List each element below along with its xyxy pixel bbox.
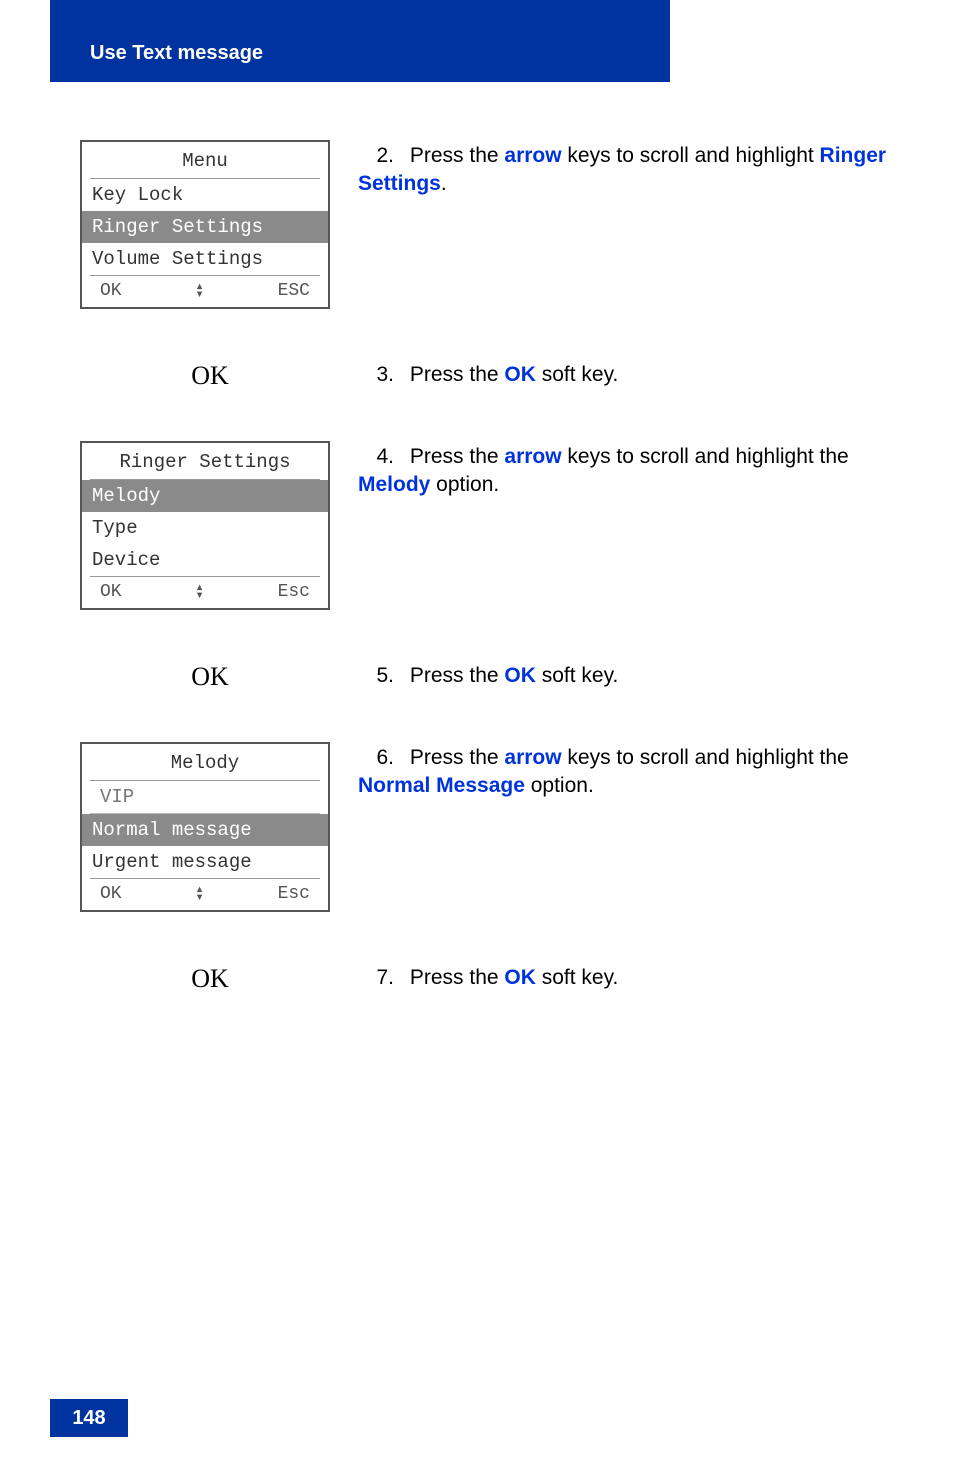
screen-ringer-items: Melody Type Device bbox=[82, 480, 328, 576]
screen-ringer-title: Ringer Settings bbox=[90, 443, 320, 480]
menu-item-volume-settings: Volume Settings bbox=[82, 243, 328, 275]
softkey-esc: Esc bbox=[278, 582, 310, 602]
screen-melody-items: Normal message Urgent message bbox=[82, 814, 328, 878]
step-7-num: 7. bbox=[358, 964, 394, 992]
ok-label-3: OK bbox=[80, 359, 340, 391]
step-4-body: Press the arrow keys to scroll and highl… bbox=[358, 445, 849, 496]
melody-item-urgent: Urgent message bbox=[82, 846, 328, 878]
step-5-row: OK 5. Press the OK soft key. bbox=[80, 660, 910, 692]
step-6-row: Melody VIP Normal message Urgent message… bbox=[80, 742, 910, 912]
step-2-row: Menu Key Lock Ringer Settings Volume Set… bbox=[80, 140, 910, 309]
ringer-item-type: Type bbox=[82, 512, 328, 544]
screen-ringer: Ringer Settings Melody Type Device OK Es… bbox=[80, 441, 330, 610]
hl-normal-message: Normal Message bbox=[358, 774, 525, 797]
updown-arrow-icon bbox=[195, 886, 203, 903]
menu-item-ringer-settings: Ringer Settings bbox=[82, 211, 328, 243]
ringer-item-melody: Melody bbox=[82, 480, 328, 512]
step-6-text: 6. Press the arrow keys to scroll and hi… bbox=[340, 742, 910, 801]
step-5-body: Press the OK soft key. bbox=[410, 664, 619, 687]
step-2-num: 2. bbox=[358, 142, 394, 170]
ringer-item-device: Device bbox=[82, 544, 328, 576]
page-header-title: Use Text message bbox=[90, 42, 263, 64]
ok-label-5: OK bbox=[80, 660, 340, 692]
ok-label-7: OK bbox=[80, 962, 340, 994]
step-3-text: 3. Press the OK soft key. bbox=[340, 359, 910, 389]
screen-melody-title: Melody bbox=[90, 744, 320, 781]
screen-ringer-wrap: Ringer Settings Melody Type Device OK Es… bbox=[80, 441, 340, 610]
softkey-ok: OK bbox=[100, 281, 122, 301]
step-6-body: Press the arrow keys to scroll and highl… bbox=[358, 746, 849, 797]
hl-ok: OK bbox=[504, 363, 536, 386]
page-header: Use Text message bbox=[50, 0, 670, 82]
content-area: Menu Key Lock Ringer Settings Volume Set… bbox=[80, 140, 910, 1044]
hl-arrow: arrow bbox=[504, 746, 561, 769]
step-7-body: Press the OK soft key. bbox=[410, 966, 619, 989]
step-6-num: 6. bbox=[358, 744, 394, 772]
step-3-num: 3. bbox=[358, 361, 394, 389]
updown-arrow-icon bbox=[195, 584, 203, 601]
hl-ok: OK bbox=[504, 966, 536, 989]
screen-menu-items: Key Lock Ringer Settings Volume Settings bbox=[82, 179, 328, 275]
page-number: 148 bbox=[50, 1399, 128, 1437]
screen-melody-foot: OK Esc bbox=[90, 878, 320, 910]
menu-item-key-lock: Key Lock bbox=[82, 179, 328, 211]
melody-item-vip: VIP bbox=[90, 781, 320, 814]
screen-melody-wrap: Melody VIP Normal message Urgent message… bbox=[80, 742, 340, 912]
screen-ringer-foot: OK Esc bbox=[90, 576, 320, 608]
step-7-text: 7. Press the OK soft key. bbox=[340, 962, 910, 992]
melody-item-normal: Normal message bbox=[82, 814, 328, 846]
screen-melody: Melody VIP Normal message Urgent message… bbox=[80, 742, 330, 912]
screen-menu-title: Menu bbox=[90, 142, 320, 179]
softkey-esc: ESC bbox=[278, 281, 310, 301]
hl-ok: OK bbox=[504, 664, 536, 687]
hl-melody: Melody bbox=[358, 473, 430, 496]
screen-menu-foot: OK ESC bbox=[90, 275, 320, 307]
screen-menu: Menu Key Lock Ringer Settings Volume Set… bbox=[80, 140, 330, 309]
step-2-text: 2. Press the arrow keys to scroll and hi… bbox=[340, 140, 910, 199]
softkey-esc: Esc bbox=[278, 884, 310, 904]
softkey-ok: OK bbox=[100, 884, 122, 904]
step-4-row: Ringer Settings Melody Type Device OK Es… bbox=[80, 441, 910, 610]
step-4-text: 4. Press the arrow keys to scroll and hi… bbox=[340, 441, 910, 500]
step-2-body: Press the arrow keys to scroll and highl… bbox=[358, 144, 886, 195]
screen-menu-wrap: Menu Key Lock Ringer Settings Volume Set… bbox=[80, 140, 340, 309]
step-7-row: OK 7. Press the OK soft key. bbox=[80, 962, 910, 994]
step-5-text: 5. Press the OK soft key. bbox=[340, 660, 910, 690]
step-5-num: 5. bbox=[358, 662, 394, 690]
step-3-row: OK 3. Press the OK soft key. bbox=[80, 359, 910, 391]
step-4-num: 4. bbox=[358, 443, 394, 471]
hl-arrow: arrow bbox=[504, 445, 561, 468]
softkey-ok: OK bbox=[100, 582, 122, 602]
updown-arrow-icon bbox=[195, 283, 203, 300]
step-3-body: Press the OK soft key. bbox=[410, 363, 619, 386]
hl-arrow: arrow bbox=[504, 144, 561, 167]
